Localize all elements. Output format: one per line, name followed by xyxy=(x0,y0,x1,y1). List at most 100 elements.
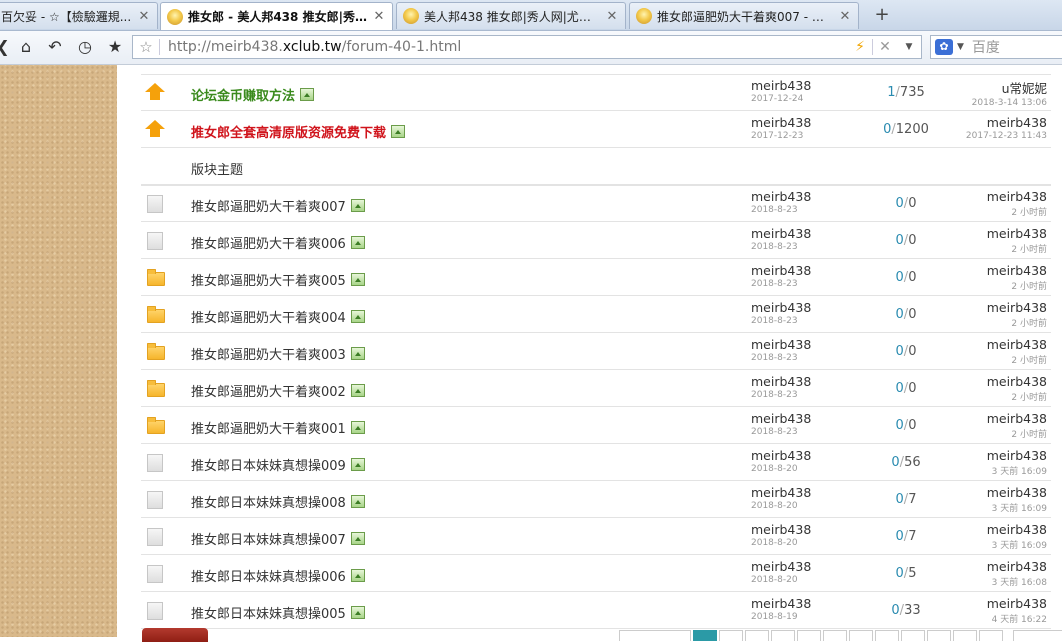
bookmark-star-icon[interactable]: ☆ xyxy=(133,38,159,56)
author-name[interactable]: meirb438 xyxy=(751,300,811,315)
table-row[interactable]: 推女郎逼肥奶大干着爽007 meirb438 2018-8-23 0/0 meirb43… xyxy=(141,185,1051,222)
page-link[interactable] xyxy=(719,630,743,641)
close-icon[interactable]: ✕ xyxy=(605,9,619,24)
search-box[interactable]: ✿ ▼ 百度 xyxy=(930,35,1062,59)
author-name[interactable]: meirb438 xyxy=(751,115,811,130)
thread-title[interactable]: 推女郎逼肥奶大干着爽005 xyxy=(191,270,365,289)
author-name[interactable]: meirb438 xyxy=(751,559,811,574)
last-post-time[interactable]: 2 小时前 xyxy=(987,427,1047,440)
last-post-time[interactable]: 3 天前 16:09 xyxy=(987,501,1047,514)
page-link[interactable] xyxy=(849,630,873,641)
last-post-time[interactable]: 2017-12-23 11:43 xyxy=(966,131,1047,141)
page-link[interactable] xyxy=(823,630,847,641)
tab-1[interactable]: 推女郎 - 美人邦438 推女郎|秀... ✕ xyxy=(160,2,393,30)
author-name[interactable]: meirb438 xyxy=(751,522,811,537)
page-link[interactable] xyxy=(771,630,795,641)
sticky-row[interactable]: 论坛金币赚取方法 meirb438 2017-12-24 1/735 u常妮妮 20… xyxy=(141,74,1051,111)
close-icon[interactable]: ✕ xyxy=(838,9,852,24)
thread-title[interactable]: 推女郎日本妹妹真想操009 xyxy=(191,455,365,474)
chevron-down-icon[interactable]: ▼ xyxy=(897,42,921,52)
author-name[interactable]: meirb438 xyxy=(751,226,811,241)
author-name[interactable]: meirb438 xyxy=(751,485,811,500)
close-icon[interactable]: ✕ xyxy=(137,9,151,24)
page-link[interactable] xyxy=(619,630,691,641)
table-row[interactable]: 推女郎日本妹妹真想操006 meirb438 2018-8-20 0/5 meirb43… xyxy=(141,555,1051,592)
thread-title[interactable]: 推女郎逼肥奶大干着爽004 xyxy=(191,307,365,326)
thread-title[interactable]: 推女郎逼肥奶大干着爽002 xyxy=(191,381,365,400)
thread-title[interactable]: 推女郎日本妹妹真想操008 xyxy=(191,492,365,511)
table-row[interactable]: 推女郎日本妹妹真想操008 meirb438 2018-8-20 0/7 meirb43… xyxy=(141,481,1051,518)
table-row[interactable]: 推女郎日本妹妹真想操005 meirb438 2018-8-19 0/33 meirb4… xyxy=(141,592,1051,629)
page-link[interactable] xyxy=(901,630,925,641)
tab-0[interactable]: 百欠妥 - ☆【檢驗邏規... ✕ xyxy=(0,2,158,29)
thread-title[interactable]: 推女郎逼肥奶大干着爽001 xyxy=(191,418,365,437)
last-post-time[interactable]: 2 小时前 xyxy=(987,205,1047,218)
thread-title[interactable]: 推女郎逼肥奶大干着爽003 xyxy=(191,344,365,363)
author-name[interactable]: meirb438 xyxy=(751,263,811,278)
last-post-time[interactable]: 4 天前 16:22 xyxy=(987,612,1047,625)
last-post-user[interactable]: meirb438 xyxy=(987,522,1047,537)
author-name[interactable]: meirb438 xyxy=(751,411,811,426)
page-link[interactable] xyxy=(797,630,821,641)
last-post-user[interactable]: meirb438 xyxy=(987,263,1047,278)
author-name[interactable]: meirb438 xyxy=(751,448,811,463)
table-row[interactable]: 推女郎逼肥奶大干着爽005 meirb438 2018-8-23 0/0 meirb43… xyxy=(141,259,1051,296)
thread-title[interactable]: 推女郎日本妹妹真想操005 xyxy=(191,603,365,622)
table-row[interactable]: 推女郎逼肥奶大干着爽003 meirb438 2018-8-23 0/0 meirb43… xyxy=(141,333,1051,370)
last-post-user[interactable]: meirb438 xyxy=(987,337,1047,352)
last-post-user[interactable]: meirb438 xyxy=(987,189,1047,204)
last-post-user[interactable]: meirb438 xyxy=(987,300,1047,315)
thread-title[interactable]: 推女郎全套高清原版资源免费下载 xyxy=(191,122,406,141)
last-post-user[interactable]: meirb438 xyxy=(966,115,1047,130)
home-icon[interactable]: ⌂ xyxy=(15,37,37,57)
author-name[interactable]: meirb438 xyxy=(751,596,811,611)
thread-title[interactable]: 推女郎逼肥奶大干着爽007 xyxy=(191,196,365,215)
page-link[interactable] xyxy=(953,630,977,641)
page-link[interactable] xyxy=(927,630,951,641)
favorites-icon[interactable]: ★ xyxy=(104,37,126,57)
table-row[interactable]: 推女郎日本妹妹真想操009 meirb438 2018-8-20 0/56 meirb4… xyxy=(141,444,1051,481)
close-icon[interactable]: ✕ xyxy=(372,9,386,24)
author-name[interactable]: meirb438 xyxy=(751,189,811,204)
baidu-paw-icon[interactable]: ✿ xyxy=(935,39,953,55)
last-post-time[interactable]: 2 小时前 xyxy=(987,390,1047,403)
last-post-user[interactable]: meirb438 xyxy=(987,485,1047,500)
last-post-user[interactable]: meirb438 xyxy=(987,374,1047,389)
history-icon[interactable]: ◷ xyxy=(74,37,96,57)
sticky-row[interactable]: 推女郎全套高清原版资源免费下载 meirb438 2017-12-23 0/120… xyxy=(141,111,1051,148)
last-post-user[interactable]: u常妮妮 xyxy=(972,78,1047,97)
table-row[interactable]: 推女郎逼肥奶大干着爽002 meirb438 2018-8-23 0/0 meirb43… xyxy=(141,370,1051,407)
new-post-button[interactable] xyxy=(142,628,208,642)
last-post-time[interactable]: 3 天前 16:08 xyxy=(987,575,1047,588)
last-post-time[interactable]: 3 天前 16:09 xyxy=(987,464,1047,477)
last-post-user[interactable]: meirb438 xyxy=(987,559,1047,574)
page-current[interactable] xyxy=(693,630,717,641)
last-post-time[interactable]: 2018-3-14 13:06 xyxy=(972,98,1047,108)
last-post-time[interactable]: 2 小时前 xyxy=(987,353,1047,366)
last-post-time[interactable]: 3 天前 16:09 xyxy=(987,538,1047,551)
address-bar[interactable]: ☆ http://meirb438.xclub.tw/forum-40-1.ht… xyxy=(132,35,922,59)
table-row[interactable]: 推女郎逼肥奶大干着爽006 meirb438 2018-8-23 0/0 meirb43… xyxy=(141,222,1051,259)
page-link[interactable] xyxy=(745,630,769,641)
thread-title[interactable]: 推女郎逼肥奶大干着爽006 xyxy=(191,233,365,252)
author-name[interactable]: meirb438 xyxy=(751,78,811,93)
table-row[interactable]: 推女郎逼肥奶大干着爽004 meirb438 2018-8-23 0/0 meirb43… xyxy=(141,296,1051,333)
last-post-time[interactable]: 2 小时前 xyxy=(987,316,1047,329)
last-post-user[interactable]: meirb438 xyxy=(987,448,1047,463)
chevron-down-icon[interactable]: ▼ xyxy=(957,42,964,52)
table-row[interactable]: 推女郎逼肥奶大干着爽001 meirb438 2018-8-23 0/0 meirb43… xyxy=(141,407,1051,444)
url-text[interactable]: http://meirb438.xclub.tw/forum-40-1.html xyxy=(160,39,848,55)
page-link[interactable] xyxy=(1013,630,1062,641)
author-name[interactable]: meirb438 xyxy=(751,374,811,389)
table-row[interactable]: 推女郎日本妹妹真想操007 meirb438 2018-8-20 0/7 meirb43… xyxy=(141,518,1051,555)
lightning-icon[interactable]: ⚡ xyxy=(848,39,872,55)
unpin-icon[interactable]: ✕ xyxy=(873,39,897,55)
tab-2[interactable]: 美人邦438 推女郎|秀人网|尤果网... ✕ xyxy=(396,2,626,29)
last-post-time[interactable]: 2 小时前 xyxy=(987,279,1047,292)
last-post-user[interactable]: meirb438 xyxy=(987,226,1047,241)
page-link[interactable] xyxy=(875,630,899,641)
thread-title[interactable]: 论坛金币赚取方法 xyxy=(191,85,315,104)
new-tab-button[interactable]: + xyxy=(872,4,892,25)
page-link[interactable] xyxy=(979,630,1003,641)
thread-title[interactable]: 推女郎日本妹妹真想操006 xyxy=(191,566,365,585)
